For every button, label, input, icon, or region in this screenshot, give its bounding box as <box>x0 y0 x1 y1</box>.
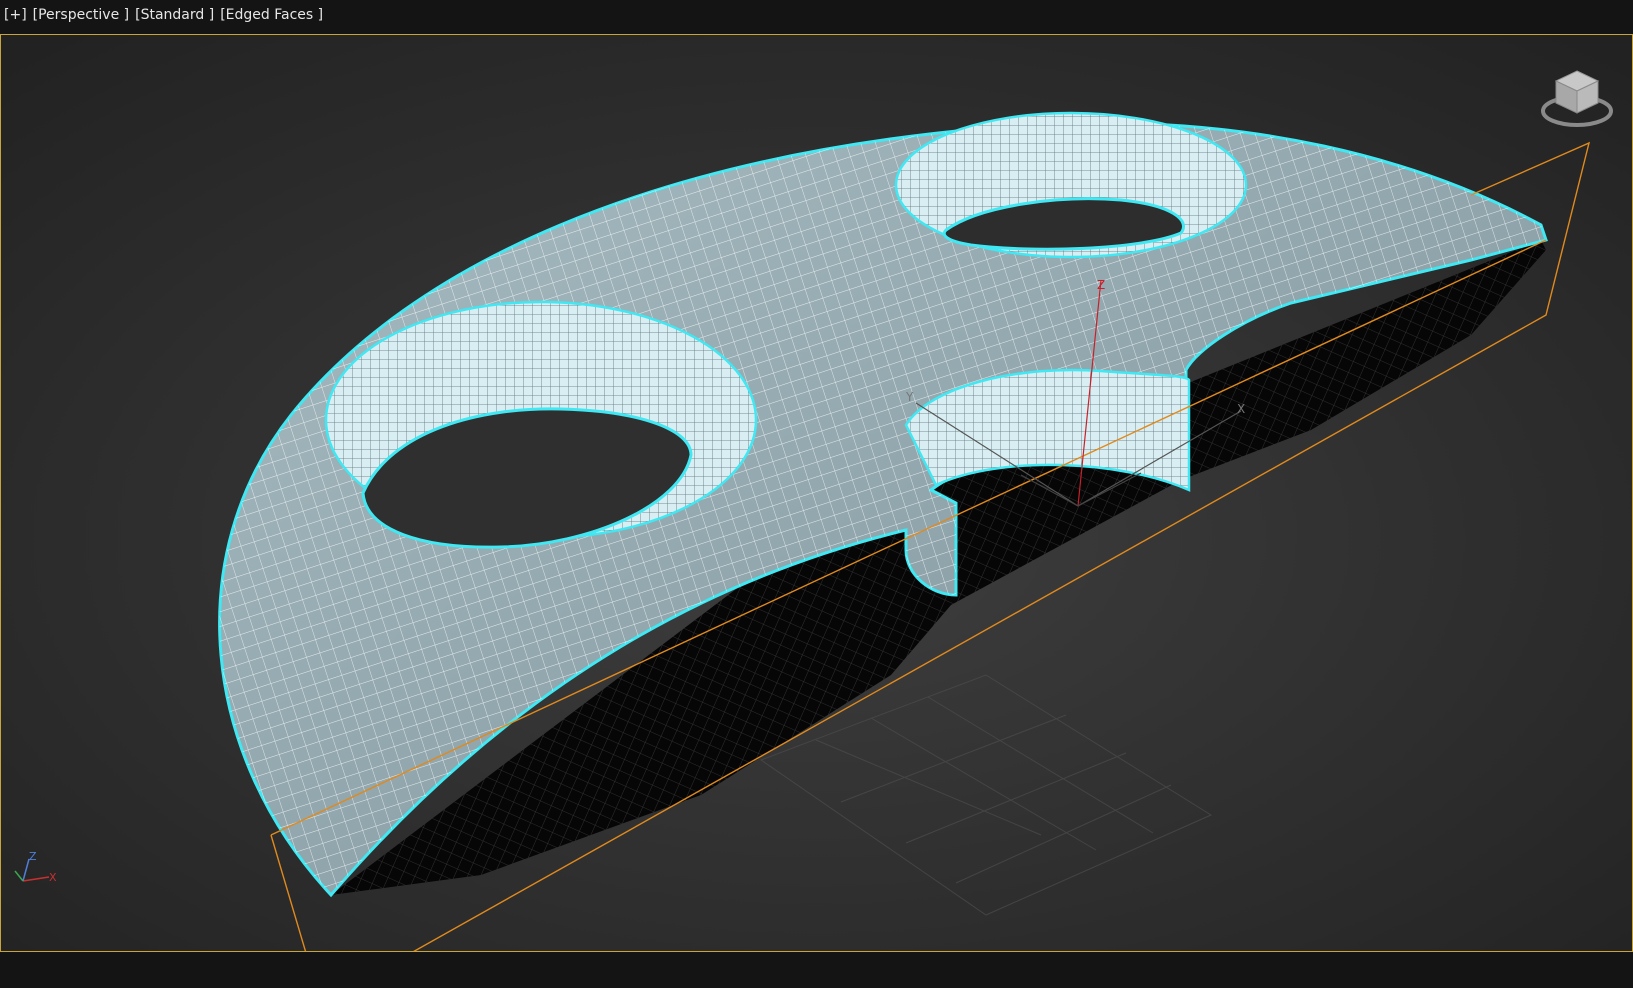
status-bar <box>0 952 1633 988</box>
viewport-view-menu[interactable]: [Perspective ] <box>33 6 129 24</box>
viewport-plus-menu[interactable]: [+] <box>4 6 27 24</box>
tripod-z-label: Z <box>29 850 37 863</box>
viewport-label-menu: [+] [Perspective ] [Standard ] [Edged Fa… <box>4 6 323 24</box>
viewport-menu-bar: [+] [Perspective ] [Standard ] [Edged Fa… <box>0 0 1633 34</box>
tripod-x-label: X <box>49 871 57 884</box>
perspective-viewport[interactable]: Z Y X X Z <box>0 34 1633 952</box>
viewcube-icon[interactable] <box>1540 67 1614 129</box>
gizmo-y-label: Y <box>905 390 914 404</box>
viewport-canvas[interactable]: Z Y X <box>1 35 1633 952</box>
axis-tripod-icon: X Z <box>14 850 57 884</box>
viewport-display-mode-menu[interactable]: [Edged Faces ] <box>220 6 323 24</box>
gizmo-z-label: Z <box>1097 278 1105 292</box>
gizmo-x-label: X <box>1237 402 1245 416</box>
viewport-shading-menu[interactable]: [Standard ] <box>135 6 214 24</box>
mesh-hole-top <box>894 111 1248 259</box>
